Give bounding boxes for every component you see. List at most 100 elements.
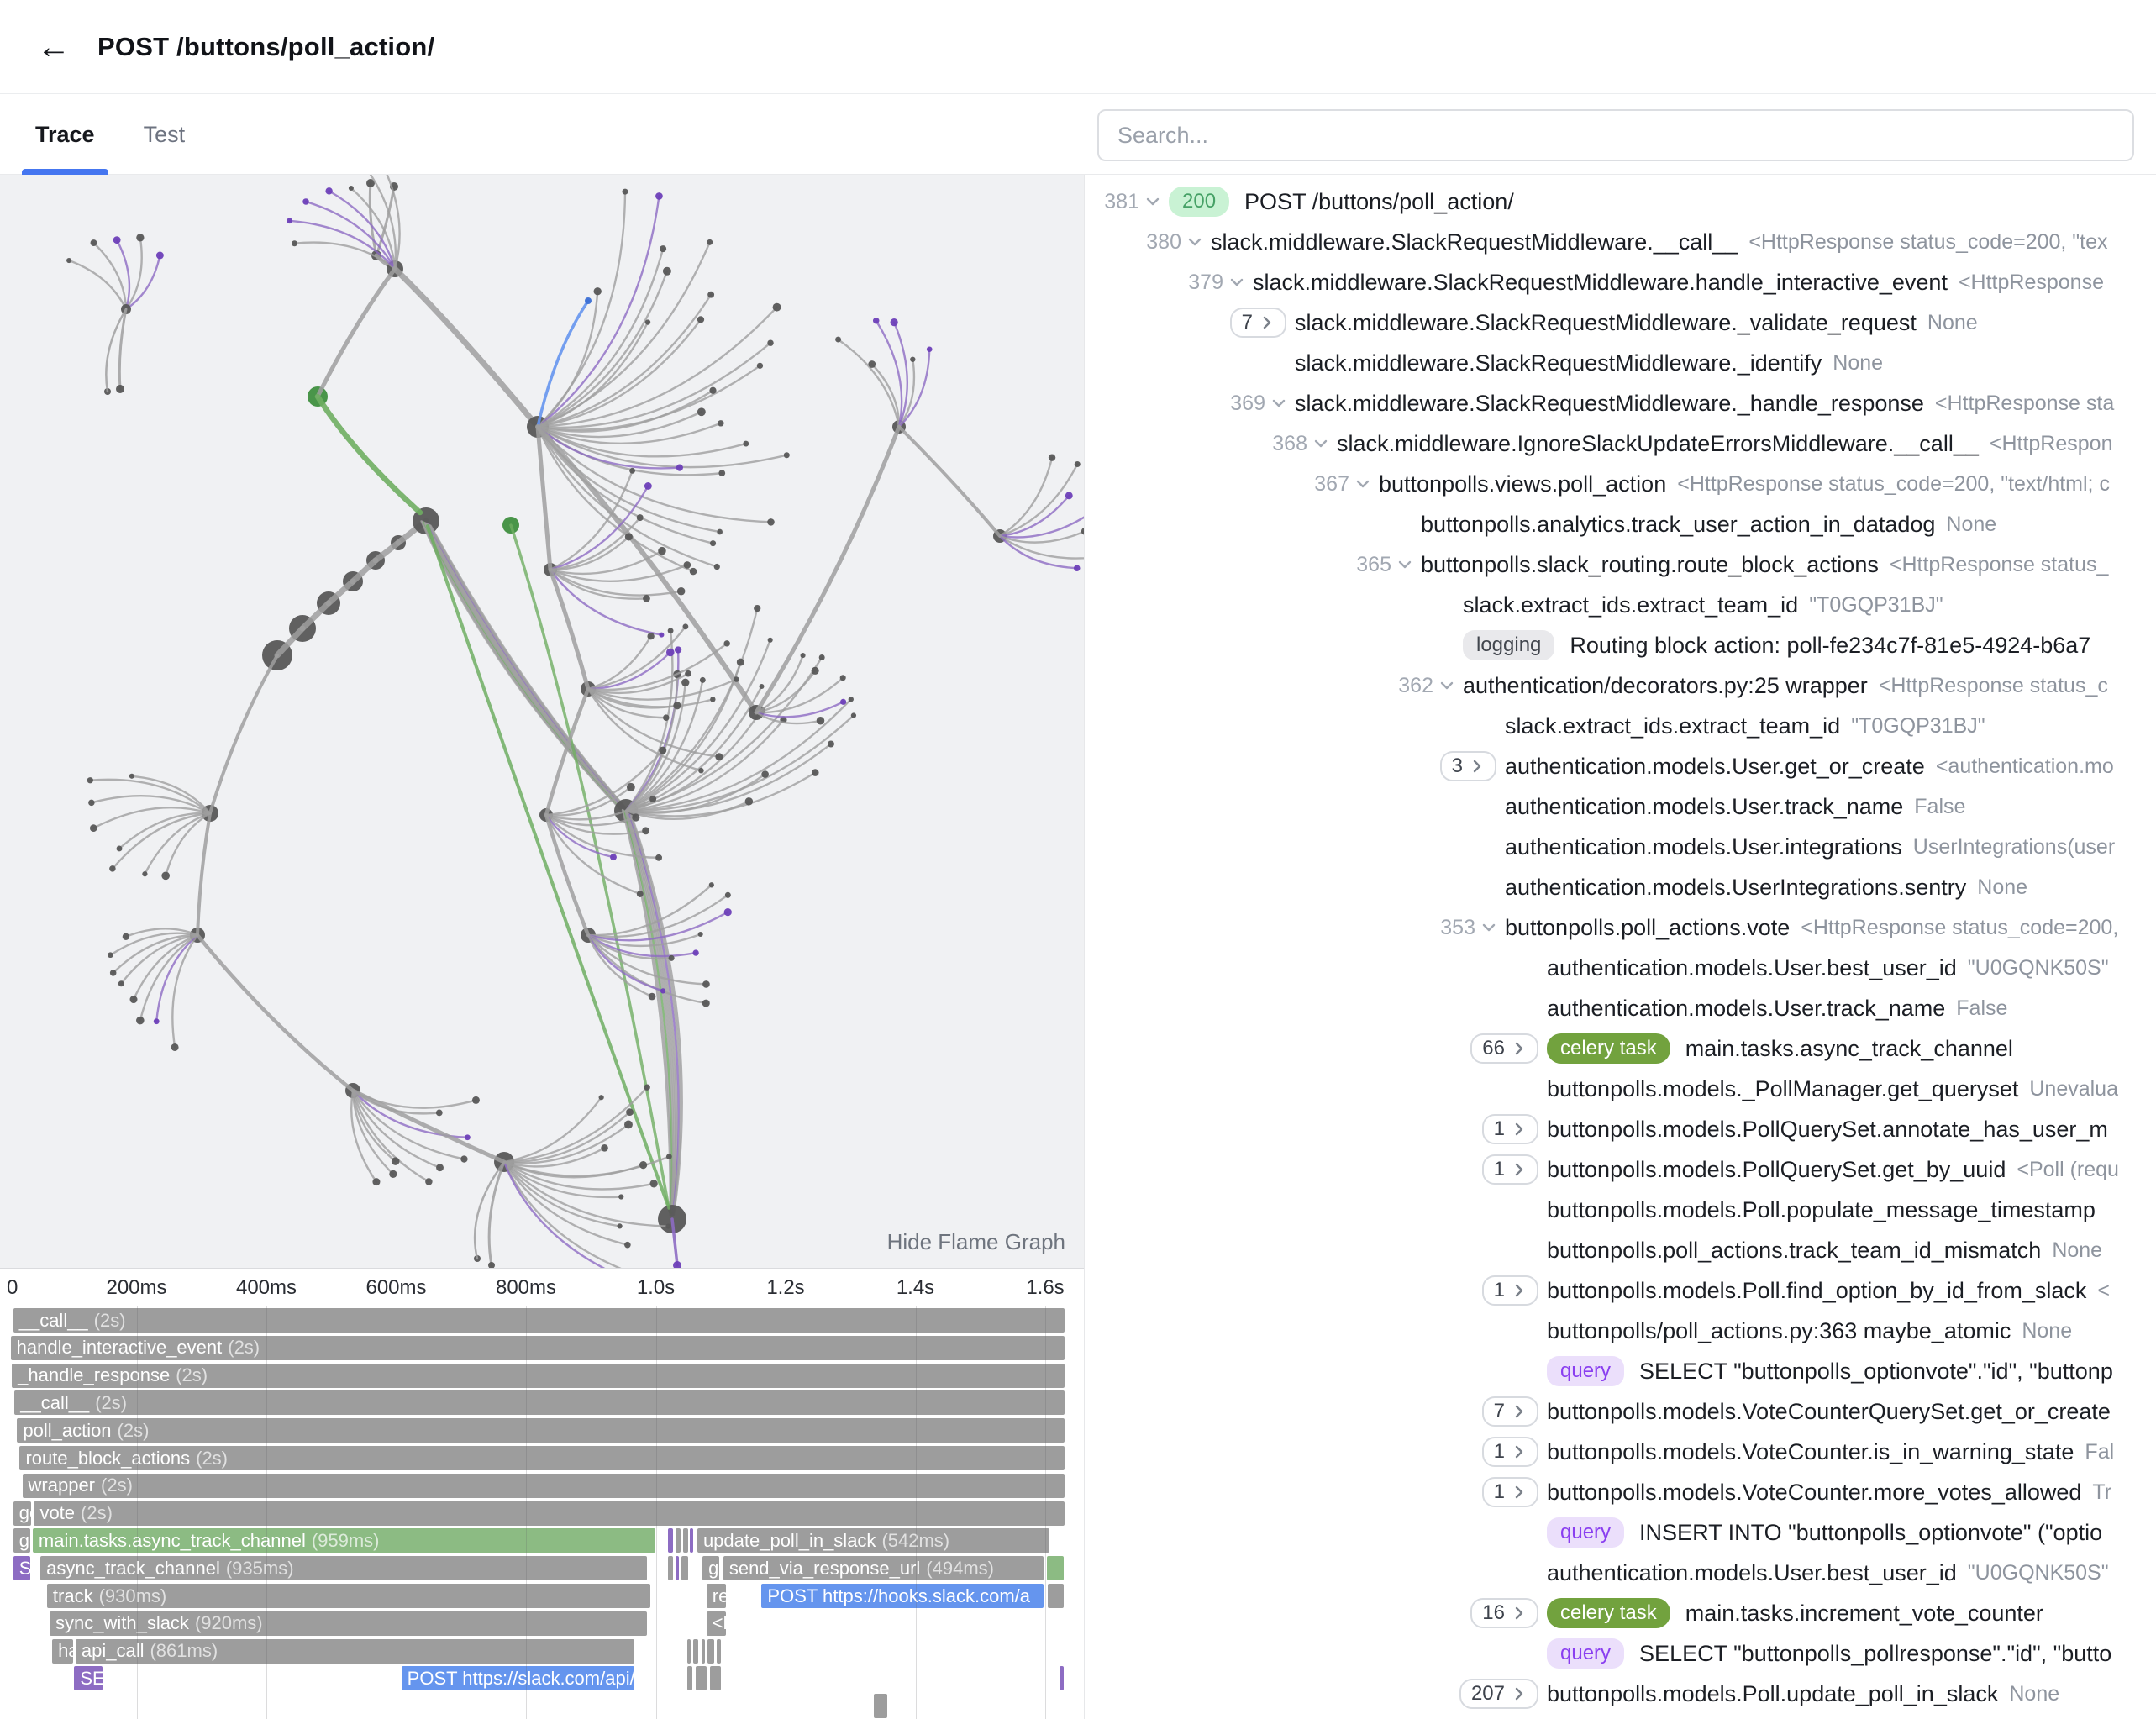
- flame-bar[interactable]: [683, 1528, 688, 1553]
- flame-bar[interactable]: [1048, 1584, 1064, 1608]
- flame-bar[interactable]: [707, 1639, 714, 1664]
- frame-id-toggle[interactable]: 365: [1356, 553, 1412, 577]
- flame-bar[interactable]: route_block_actions(2s): [19, 1446, 1065, 1470]
- trace-row[interactable]: querySELECT "buttonpolls_optionvote"."id…: [1085, 1351, 2156, 1391]
- trace-row[interactable]: 369slack.middleware.SlackRequestMiddlewa…: [1085, 383, 2156, 423]
- frame-id-toggle[interactable]: 368: [1272, 432, 1328, 456]
- flame-bar[interactable]: [668, 1528, 672, 1553]
- trace-row[interactable]: 3authentication.models.User.get_or_creat…: [1085, 746, 2156, 786]
- flame-bar[interactable]: [874, 1694, 887, 1718]
- trace-node-graph[interactable]: Hide Flame Graph: [0, 175, 1084, 1268]
- call-graph-canvas[interactable]: [0, 175, 1084, 1268]
- flame-bar[interactable]: [710, 1666, 720, 1690]
- flame-bar[interactable]: ge: [702, 1556, 719, 1580]
- flame-bar[interactable]: handle_interactive_event(2s): [11, 1336, 1065, 1360]
- repeat-count-pill[interactable]: 7: [1230, 308, 1286, 339]
- repeat-count-pill[interactable]: 3: [1440, 751, 1496, 782]
- flame-bar[interactable]: send_via_response_url(494ms): [723, 1556, 1044, 1580]
- trace-row[interactable]: 1buttonpolls.models.VoteCounter.is_in_wa…: [1085, 1432, 2156, 1472]
- trace-row[interactable]: authentication.models.User.best_user_id"…: [1085, 948, 2156, 988]
- trace-row[interactable]: 1buttonpolls.models.VoteCounter.more_vot…: [1085, 1472, 2156, 1512]
- flame-bar[interactable]: SE: [74, 1666, 103, 1690]
- flame-bar[interactable]: [696, 1666, 706, 1690]
- trace-row[interactable]: buttonpolls.poll_actions.track_team_id_m…: [1085, 1230, 2156, 1270]
- frame-id-toggle[interactable]: 367: [1314, 472, 1370, 497]
- flame-bar[interactable]: [681, 1556, 688, 1580]
- flame-bar[interactable]: ge: [13, 1528, 30, 1553]
- frame-id-toggle[interactable]: 379: [1188, 271, 1244, 295]
- flame-bar[interactable]: has: [52, 1639, 73, 1664]
- trace-row[interactable]: 16celery taskmain.tasks.increment_vote_c…: [1085, 1593, 2156, 1633]
- frame-id-toggle[interactable]: 380: [1146, 230, 1202, 255]
- trace-row[interactable]: authentication.models.User.track_nameFal…: [1085, 786, 2156, 827]
- tab-trace[interactable]: Trace: [22, 95, 108, 174]
- repeat-count-pill[interactable]: 7: [1482, 1396, 1538, 1427]
- repeat-count-pill[interactable]: 66: [1470, 1033, 1538, 1065]
- search-input[interactable]: [1097, 109, 2134, 161]
- repeat-count-pill[interactable]: 1: [1482, 1114, 1538, 1145]
- trace-row[interactable]: buttonpolls.models._PollManager.get_quer…: [1085, 1069, 2156, 1109]
- flame-bar[interactable]: ge: [13, 1501, 32, 1526]
- frame-id-toggle[interactable]: 362: [1398, 674, 1454, 698]
- flame-bar[interactable]: api_call(861ms): [76, 1639, 634, 1664]
- flame-bar[interactable]: POST https://hooks.slack.com/a: [761, 1584, 1044, 1608]
- trace-row[interactable]: 380slack.middleware.SlackRequestMiddlewa…: [1085, 222, 2156, 262]
- trace-row[interactable]: 379slack.middleware.SlackRequestMiddlewa…: [1085, 262, 2156, 302]
- flame-bar[interactable]: [1047, 1556, 1065, 1580]
- flame-bar[interactable]: __call__(2s): [14, 1390, 1065, 1415]
- trace-row[interactable]: slack.middleware.SlackRequestMiddleware.…: [1085, 343, 2156, 383]
- trace-row[interactable]: loggingRouting block action: poll-fe234c…: [1085, 625, 2156, 665]
- hide-flame-graph-button[interactable]: Hide Flame Graph: [882, 1228, 1070, 1256]
- flame-bar[interactable]: main.tasks.async_track_channel(959ms): [33, 1528, 655, 1553]
- repeat-count-pill[interactable]: 1: [1482, 1154, 1538, 1185]
- trace-row[interactable]: buttonpolls/poll_actions.py:363 maybe_at…: [1085, 1311, 2156, 1351]
- flame-bar[interactable]: poll_action(2s): [17, 1418, 1065, 1443]
- flame-bar[interactable]: [676, 1556, 680, 1580]
- trace-row[interactable]: 1buttonpolls.models.Poll.find_option_by_…: [1085, 1270, 2156, 1311]
- repeat-count-pill[interactable]: 1: [1482, 1275, 1538, 1306]
- trace-row[interactable]: 362authentication/decorators.py:25 wrapp…: [1085, 665, 2156, 706]
- trace-row[interactable]: slack.extract_ids.extract_team_id"T0GQP3…: [1085, 585, 2156, 625]
- frame-id-toggle[interactable]: 381: [1104, 190, 1160, 214]
- repeat-count-pill[interactable]: 16: [1470, 1598, 1538, 1629]
- trace-row[interactable]: buttonpolls.models.Poll.populate_message…: [1085, 1190, 2156, 1230]
- trace-row[interactable]: authentication.models.User.best_user_id"…: [1085, 1553, 2156, 1593]
- flame-bar[interactable]: async_track_channel(935ms): [40, 1556, 647, 1580]
- trace-row[interactable]: 7slack.middleware.SlackRequestMiddleware…: [1085, 302, 2156, 343]
- trace-row[interactable]: querySELECT "buttonpolls_pollresponse"."…: [1085, 1633, 2156, 1674]
- flame-bar[interactable]: [1060, 1666, 1064, 1690]
- trace-row[interactable]: authentication.models.User.integrationsU…: [1085, 827, 2156, 867]
- flame-bar[interactable]: [668, 1556, 672, 1580]
- trace-row[interactable]: 7buttonpolls.models.VoteCounterQuerySet.…: [1085, 1391, 2156, 1432]
- flame-bar[interactable]: [693, 1639, 698, 1664]
- flame-bar[interactable]: [702, 1639, 706, 1664]
- flame-bar[interactable]: update_poll_in_slack(542ms): [697, 1528, 1049, 1553]
- trace-row[interactable]: 1buttonpolls.models.PollQuerySet.annotat…: [1085, 1109, 2156, 1149]
- flame-bar[interactable]: _handle_response(2s): [12, 1364, 1065, 1388]
- trace-row[interactable]: 353buttonpolls.poll_actions.vote<HttpRes…: [1085, 907, 2156, 948]
- back-button[interactable]: ←: [29, 30, 79, 64]
- frame-id-toggle[interactable]: 369: [1230, 392, 1286, 416]
- trace-row[interactable]: slack.extract_ids.extract_team_id"T0GQP3…: [1085, 706, 2156, 746]
- trace-row[interactable]: 66celery taskmain.tasks.async_track_chan…: [1085, 1028, 2156, 1069]
- flame-bar[interactable]: re: [707, 1584, 726, 1608]
- repeat-count-pill[interactable]: 1: [1482, 1437, 1538, 1468]
- trace-row[interactable]: 365buttonpolls.slack_routing.route_block…: [1085, 544, 2156, 585]
- flame-bar[interactable]: <l: [707, 1611, 726, 1636]
- flame-bar[interactable]: sync_with_slack(920ms): [50, 1611, 647, 1636]
- flame-bar[interactable]: [676, 1528, 681, 1553]
- trace-row[interactable]: 368slack.middleware.IgnoreSlackUpdateErr…: [1085, 423, 2156, 464]
- flame-bar[interactable]: wrapper(2s): [23, 1474, 1065, 1498]
- trace-row[interactable]: 367buttonpolls.views.poll_action<HttpRes…: [1085, 464, 2156, 504]
- flame-bar[interactable]: __call__(2s): [13, 1308, 1065, 1333]
- trace-row[interactable]: authentication.models.User.track_nameFal…: [1085, 988, 2156, 1028]
- trace-row[interactable]: 381200POST /buttons/poll_action/: [1085, 181, 2156, 222]
- repeat-count-pill[interactable]: 207: [1459, 1679, 1538, 1710]
- repeat-count-pill[interactable]: 1: [1482, 1477, 1538, 1508]
- flame-bar[interactable]: [690, 1528, 692, 1553]
- flame-bar[interactable]: [687, 1666, 692, 1690]
- trace-row[interactable]: authentication.models.UserIntegrations.s…: [1085, 867, 2156, 907]
- flame-bar[interactable]: vote(2s): [34, 1501, 1065, 1526]
- trace-row[interactable]: 207buttonpolls.models.Poll.update_poll_i…: [1085, 1674, 2156, 1714]
- flame-bar[interactable]: [717, 1639, 721, 1664]
